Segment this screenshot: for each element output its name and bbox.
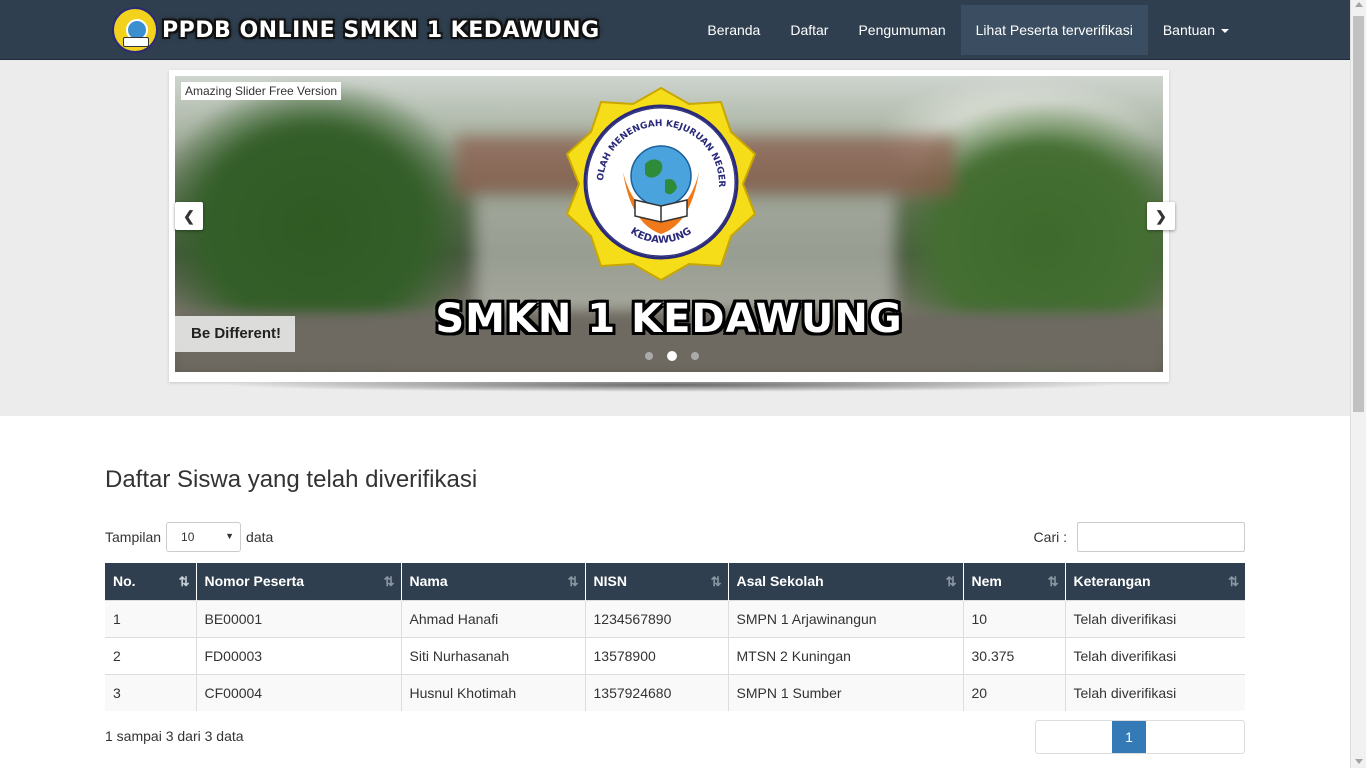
column-header-no-label: No. [113, 573, 136, 590]
sort-asc-icon: ⇅ [178, 574, 190, 589]
cell-nama: Siti Nurhasanah [401, 636, 586, 674]
column-header-asal-sekolah-label: Asal Sekolah [736, 573, 824, 590]
length-control: Tampilan 10 ▼ data [105, 522, 273, 552]
column-header-keterangan-label: Keterangan [1073, 573, 1151, 590]
slider-prev-button[interactable]: ❮ [175, 202, 203, 230]
cell-no: 2 [105, 636, 197, 674]
pagination-previous[interactable] [1036, 721, 1112, 753]
chevron-right-icon: ❯ [1155, 207, 1167, 224]
sort-icon: ⇅ [1228, 574, 1239, 589]
column-header-asal-sekolah[interactable]: Asal Sekolah ⇅ [728, 563, 964, 600]
slide-caption: Be Different! [175, 316, 295, 352]
column-header-nama-label: Nama [409, 573, 448, 590]
length-label-after: data [246, 529, 274, 545]
column-header-keterangan[interactable]: Keterangan ⇅ [1065, 563, 1245, 600]
column-header-nama[interactable]: Nama ⇅ [401, 563, 586, 600]
page-title: Daftar Siswa yang telah diverifikasi [105, 466, 478, 493]
pagination-page-1[interactable]: 1 [1112, 721, 1146, 753]
cell-nem: 10 [963, 599, 1066, 637]
column-header-nisn[interactable]: NISN ⇅ [585, 563, 729, 600]
column-header-nem-label: Nem [971, 573, 1002, 590]
column-header-nomor-peserta[interactable]: Nomor Peserta ⇅ [196, 563, 402, 600]
table-row: 1 BE00001 Ahmad Hanafi 1234567890 SMPN 1… [105, 599, 1245, 637]
scroll-thumb[interactable] [1353, 16, 1364, 412]
sort-icon: ⇅ [567, 574, 579, 589]
verified-students-table: No. ⇅ Nomor Peserta ⇅ Nama ⇅ NISN ⇅ Asal Sek… [105, 563, 1245, 711]
search-input[interactable] [1077, 522, 1245, 552]
caret-down-icon [1221, 29, 1229, 34]
column-header-no[interactable]: No. ⇅ [105, 563, 197, 600]
main-nav: Beranda Daftar Pengumuman Lihat Peserta … [692, 5, 1244, 55]
search-control: Cari : [1034, 522, 1245, 552]
cell-keterangan: Telah diverifikasi [1065, 599, 1245, 637]
sort-icon: ⇅ [945, 574, 957, 589]
school-logo-icon [112, 7, 158, 53]
cell-nisn: 1357924680 [585, 673, 729, 711]
sort-icon: ⇅ [383, 574, 395, 589]
chevron-left-icon: ❮ [183, 207, 195, 224]
brand[interactable]: PPDB ONLINE SMKN 1 KEDAWUNG [112, 5, 600, 55]
cell-keterangan: Telah diverifikasi [1065, 673, 1245, 711]
nav-bantuan-label: Bantuan [1162, 22, 1215, 38]
table-header-row: No. ⇅ Nomor Peserta ⇅ Nama ⇅ NISN ⇅ Asal Sek… [105, 563, 1245, 600]
column-header-nomor-peserta-label: Nomor Peserta [204, 573, 305, 590]
table-row: 2 FD00003 Siti Nurhasanah 13578900 MTSN … [105, 636, 1245, 674]
cell-nisn: 13578900 [585, 636, 729, 674]
image-slider: Amazing Slider Free Version SEKOLAH MENE… [169, 70, 1169, 382]
column-header-nisn-label: NISN [593, 573, 627, 590]
cell-asal-sekolah: MTSN 2 Kuningan [728, 636, 964, 674]
cell-asal-sekolah: SMPN 1 Arjawinangun [728, 599, 964, 637]
scroll-up-arrow-icon[interactable] [1355, 2, 1363, 7]
nav-daftar[interactable]: Daftar [775, 5, 843, 55]
slider-dot-3[interactable] [691, 352, 699, 360]
pagination-next[interactable] [1146, 721, 1244, 753]
cell-asal-sekolah: SMPN 1 Sumber [728, 673, 964, 711]
length-label-before: Tampilan [105, 529, 162, 545]
slide-title: SMKN 1 KEDAWUNG [435, 296, 903, 342]
slider-free-version-label[interactable]: Amazing Slider Free Version [181, 82, 342, 100]
table-row: 3 CF00004 Husnul Khotimah 1357924680 SMP… [105, 673, 1245, 711]
table-info: 1 sampai 3 dari 3 data [105, 728, 244, 744]
cell-nomor-peserta: FD00003 [196, 636, 402, 674]
sort-icon: ⇅ [1047, 574, 1059, 589]
cell-nomor-peserta: CF00004 [196, 673, 402, 711]
scroll-down-arrow-icon[interactable] [1355, 759, 1363, 764]
cell-nem: 30.375 [963, 636, 1066, 674]
nav-lihat-peserta[interactable]: Lihat Peserta terverifikasi [960, 5, 1148, 55]
school-emblem-icon: SEKOLAH MENENGAH KEJURUAN NEGERI 1 KEDAW… [561, 84, 757, 282]
cell-no: 3 [105, 673, 197, 711]
cell-nama: Ahmad Hanafi [401, 599, 586, 637]
slider-next-button[interactable]: ❯ [1147, 202, 1175, 230]
cell-nisn: 1234567890 [585, 599, 729, 637]
search-label: Cari : [1033, 529, 1067, 545]
page-scrollbar[interactable] [1350, 0, 1366, 768]
slider-dot-2[interactable] [667, 351, 677, 361]
brand-title: PPDB ONLINE SMKN 1 KEDAWUNG [162, 17, 600, 43]
sort-icon: ⇅ [710, 574, 722, 589]
page-length-value: 10 [181, 530, 195, 544]
slider-section: Amazing Slider Free Version SEKOLAH MENE… [0, 60, 1350, 416]
dropdown-arrow-icon: ▼ [225, 531, 235, 541]
cell-keterangan: Telah diverifikasi [1065, 636, 1245, 674]
cell-no: 1 [105, 599, 197, 637]
navbar: PPDB ONLINE SMKN 1 KEDAWUNG Beranda Daft… [0, 0, 1350, 60]
pagination: 1 [1035, 720, 1245, 754]
nav-beranda[interactable]: Beranda [692, 5, 775, 55]
slide-image[interactable]: Amazing Slider Free Version SEKOLAH MENE… [175, 76, 1163, 372]
cell-nem: 20 [963, 673, 1066, 711]
nav-pengumuman[interactable]: Pengumuman [843, 5, 960, 55]
nav-bantuan[interactable]: Bantuan [1148, 5, 1244, 55]
cell-nama: Husnul Khotimah [401, 673, 586, 711]
cell-nomor-peserta: BE00001 [196, 599, 402, 637]
column-header-nem[interactable]: Nem ⇅ [963, 563, 1066, 600]
page-length-select[interactable]: 10 ▼ [166, 522, 242, 552]
slider-dots [645, 351, 699, 361]
slider-dot-1[interactable] [645, 352, 653, 360]
